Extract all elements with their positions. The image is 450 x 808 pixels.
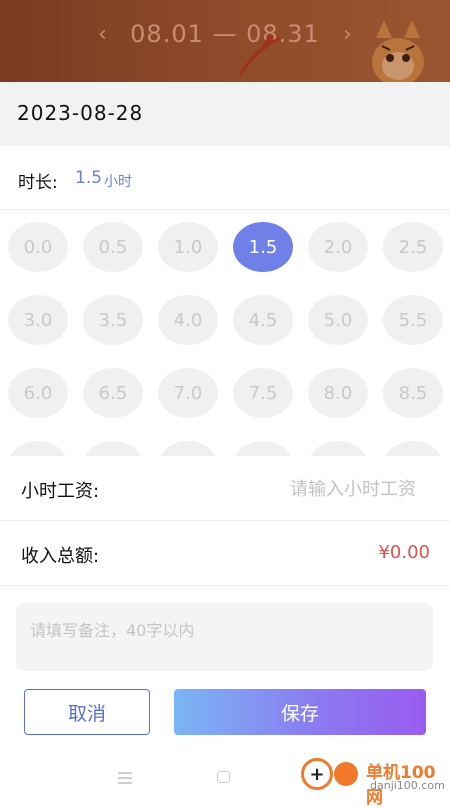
hour-picker-grid: 0.0 0.5 1.0 1.5 2.0 2.5 3.0 3.5 4.0 4.5 5.0 5.5 6.0 6… [0,210,450,456]
note-input[interactable] [16,603,433,671]
watermark-logo-icon: + [301,758,333,790]
hour-option[interactable]: 3.0 [8,295,68,345]
system-nav-bar: + 单机100网 danji100.com [0,754,450,808]
tiger-mascot-icon [372,20,424,82]
hour-option[interactable]: 10.0 [158,441,218,456]
home-icon[interactable] [217,771,230,783]
hour-option[interactable]: 11.5 [383,441,443,456]
duration-unit: 小时 [104,174,132,190]
hour-option[interactable]: 0.5 [83,222,143,272]
header-banner: ‹ 08.01 — 08.31 › [0,0,450,82]
hour-option[interactable]: 10.5 [233,441,293,456]
hourly-wage-row: 小时工资: [0,456,450,521]
duration-value: 1.5 [75,168,103,188]
hour-option[interactable]: 8.5 [383,368,443,418]
hour-option[interactable]: 1.0 [158,222,218,272]
total-income-amount: ¥0.00 [378,542,430,563]
hour-option[interactable]: 5.0 [308,295,368,345]
hour-option[interactable]: 3.5 [83,295,143,345]
hour-option[interactable]: 9.5 [83,441,143,456]
hour-option[interactable]: 1.5 [233,222,293,272]
add-record-sheet: 2023-08-28 时长: 1.5 小时 0.0 0.5 1.0 1.5 2.0 2.5… [0,82,450,808]
date-bar: 2023-08-28 [0,82,450,146]
watermark-glyph: + [309,763,325,785]
hourly-wage-input[interactable] [214,473,418,505]
selected-date: 2023-08-28 [17,101,144,125]
cancel-button[interactable]: 取消 [24,689,150,735]
hour-option[interactable]: 7.0 [158,368,218,418]
hour-option[interactable]: 4.5 [233,295,293,345]
watermark-ball-icon [334,762,358,786]
hour-option[interactable]: 11.0 [308,441,368,456]
hour-option[interactable]: 4.0 [158,295,218,345]
firecracker-icon [238,34,281,76]
chevron-right-icon[interactable]: › [343,22,352,47]
menu-icon[interactable] [118,772,132,784]
hour-option[interactable]: 0.0 [8,222,68,272]
hour-option[interactable]: 8.0 [308,368,368,418]
hour-option[interactable]: 6.0 [8,368,68,418]
total-income-row: 收入总额: ¥0.00 [0,521,450,586]
watermark-url: danji100.com [370,779,445,792]
hour-option[interactable]: 7.5 [233,368,293,418]
hour-option[interactable]: 2.5 [383,222,443,272]
total-income-label: 收入总额: [21,546,100,567]
hour-option[interactable]: 9.0 [8,441,68,456]
save-button[interactable]: 保存 [174,689,426,735]
hourly-wage-label: 小时工资: [21,481,100,502]
duration-label: 时长: [18,173,58,193]
duration-row: 时长: 1.5 小时 [0,146,450,210]
hour-option[interactable]: 6.5 [83,368,143,418]
hour-option[interactable]: 2.0 [308,222,368,272]
hour-option[interactable]: 5.5 [383,295,443,345]
